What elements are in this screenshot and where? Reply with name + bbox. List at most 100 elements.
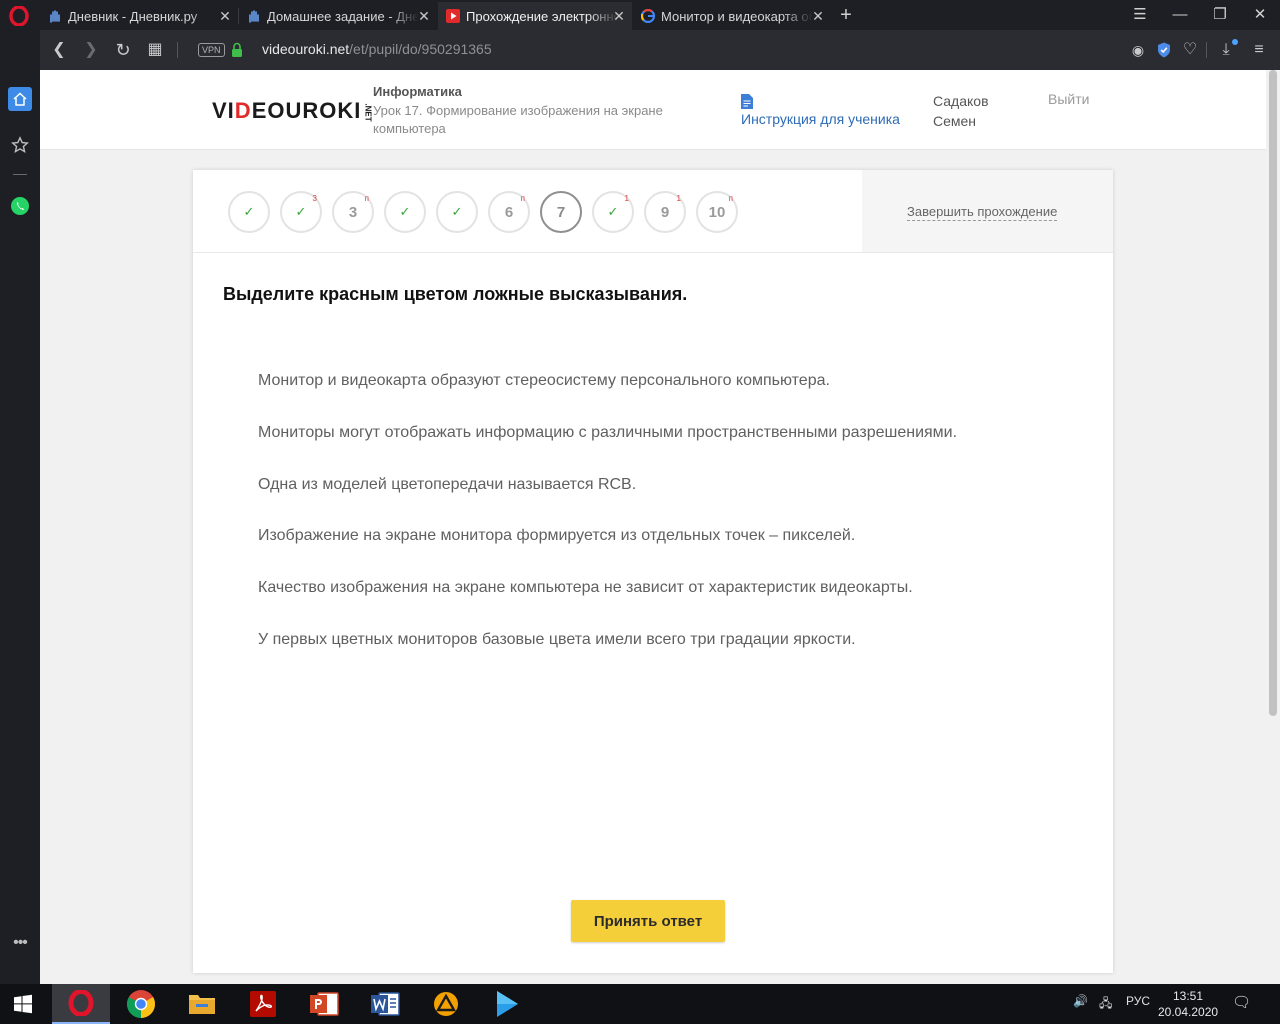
logo-text-accent: D	[234, 98, 252, 123]
clock-time: 13:51	[1172, 989, 1204, 1003]
shield-adblock-icon[interactable]	[1157, 42, 1171, 58]
step-number: 3	[348, 203, 358, 221]
heart-icon[interactable]: ♡	[1180, 40, 1200, 60]
tab-dnevnik[interactable]: Дневник - Дневник.ру ✕	[40, 2, 238, 30]
tab-title: Монитор и видеокарта образуют	[661, 8, 813, 24]
new-tab-plus-icon[interactable]: +	[836, 5, 856, 25]
keyboard-language[interactable]: РУС	[1126, 994, 1150, 1008]
step-5[interactable]: ✓	[436, 191, 478, 233]
dnevnik-hand-icon	[247, 9, 261, 23]
tab-close-icon[interactable]: ✕	[811, 9, 825, 23]
tab-close-icon[interactable]: ✕	[218, 9, 232, 23]
forward-icon[interactable]: ❯	[81, 40, 101, 60]
taskbar-aimp-icon[interactable]	[417, 984, 475, 1024]
taskbar-chrome-icon[interactable]	[112, 984, 170, 1024]
tab-grid-icon[interactable]: ▦	[145, 40, 165, 60]
user-surname: Садаков	[933, 93, 989, 109]
network-icon[interactable]: 🖧	[1099, 994, 1112, 1015]
step-9[interactable]: 91	[644, 191, 686, 233]
step-mark: п	[728, 194, 733, 203]
test-card: ✓ ✓ 3 3 п ✓ ✓ 6 п 7 ✓ 1 9 1 10 п Завершить прохождение …	[193, 170, 1113, 973]
finish-test-link[interactable]: Завершить прохождение	[907, 204, 1058, 221]
step-4[interactable]: ✓	[384, 191, 426, 233]
scrollbar-thumb[interactable]	[1269, 70, 1277, 716]
easy-setup-icon[interactable]: ☰	[1129, 5, 1151, 25]
windows-start-icon[interactable]	[0, 984, 46, 1024]
page-viewport: VIDEOUROKI .NET Информатика Урок 17. Форм…	[40, 70, 1266, 984]
step-number: 6	[504, 203, 514, 221]
statement-item[interactable]: Монитор и видеокарта образуют стереосист…	[258, 372, 830, 390]
statement-item[interactable]: Изображение на экране монитора формирует…	[258, 527, 855, 545]
tab-test-active[interactable]: Прохождение электронного теста ✕	[438, 2, 632, 30]
videouroki-play-icon	[446, 9, 460, 23]
minimize-icon[interactable]: —	[1169, 5, 1191, 25]
easy-files-menu-icon[interactable]: ≡	[1249, 40, 1269, 60]
lock-icon[interactable]	[231, 42, 243, 58]
student-instruction-link[interactable]: Инструкция для ученика	[741, 111, 900, 127]
restore-icon[interactable]: ❐	[1209, 5, 1231, 25]
dnevnik-hand-icon	[48, 9, 62, 23]
step-mark: п	[520, 194, 525, 203]
step-number: 7	[556, 203, 566, 221]
tab-homework[interactable]: Домашнее задание - Дневник.ру ✕	[239, 2, 437, 30]
tab-google-search[interactable]: Монитор и видеокарта образуют ✕	[633, 2, 831, 30]
page-scrollbar[interactable]	[1266, 70, 1280, 984]
bookmarks-star-icon[interactable]	[8, 133, 32, 157]
step-6[interactable]: 6п	[488, 191, 530, 233]
google-icon	[641, 9, 655, 23]
user-name[interactable]: Садаков Семен	[933, 91, 989, 131]
tab-title: Дневник - Дневник.ру	[68, 8, 198, 24]
step-3[interactable]: 3п	[332, 191, 374, 233]
taskbar-file-explorer-icon[interactable]	[173, 984, 231, 1024]
submit-answer-button[interactable]: Принять ответ	[571, 900, 725, 942]
step-mark: 1	[624, 194, 629, 203]
back-icon[interactable]: ❮	[49, 40, 69, 60]
tab-title: Прохождение электронного теста	[466, 8, 618, 24]
tab-close-icon[interactable]: ✕	[417, 9, 431, 23]
check-icon: ✓	[451, 204, 463, 219]
check-icon: ✓	[399, 204, 411, 219]
document-icon[interactable]	[741, 94, 753, 109]
camera-snapshot-icon[interactable]: ◉	[1128, 40, 1148, 60]
speed-dial-home-icon[interactable]	[8, 87, 32, 111]
taskbar-powerpoint-icon[interactable]	[295, 984, 353, 1024]
tab-title: Домашнее задание - Дневник.ру	[267, 8, 419, 24]
step-number: 10	[708, 203, 726, 221]
browser-sidebar: •••	[0, 30, 40, 984]
clock-date: 20.04.2020	[1158, 1005, 1219, 1019]
taskbar-word-icon[interactable]	[356, 984, 414, 1024]
download-indicator-dot	[1232, 39, 1238, 45]
url-field[interactable]: videouroki.net/et/pupil/do/950291365	[262, 41, 492, 57]
step-2[interactable]: ✓ 3	[280, 191, 322, 233]
finish-panel: Завершить прохождение	[862, 170, 1113, 252]
taskbar-clock[interactable]: 13:51 20.04.2020	[1158, 988, 1218, 1020]
reload-icon[interactable]: ↻	[113, 40, 133, 60]
subject-title: Информатика	[373, 84, 462, 99]
site-header: VIDEOUROKI .NET Информатика Урок 17. Форм…	[40, 70, 1266, 150]
sidebar-more-icon[interactable]: •••	[10, 933, 30, 953]
check-icon: ✓	[607, 204, 619, 219]
close-window-icon[interactable]: ✕	[1249, 5, 1271, 25]
step-1[interactable]: ✓	[228, 191, 270, 233]
taskbar-player-icon[interactable]	[478, 984, 536, 1024]
taskbar-acrobat-icon[interactable]	[234, 984, 292, 1024]
vpn-badge[interactable]: VPN	[198, 43, 225, 57]
step-8[interactable]: ✓ 1	[592, 191, 634, 233]
statement-item[interactable]: Качество изображения на экране компьютер…	[258, 579, 913, 597]
step-10[interactable]: 10 п	[696, 191, 738, 233]
tab-close-icon[interactable]: ✕	[612, 9, 626, 23]
notifications-icon[interactable]: 🗨	[1232, 993, 1251, 1011]
whatsapp-icon[interactable]	[8, 194, 32, 218]
taskbar-opera-icon[interactable]	[52, 984, 110, 1024]
opera-logo-icon[interactable]	[9, 6, 29, 26]
videouroki-logo[interactable]: VIDEOUROKI .NET	[212, 98, 378, 124]
statement-item[interactable]: Мониторы могут отображать информацию с р…	[258, 424, 957, 442]
check-icon: ✓	[295, 204, 307, 219]
logout-link[interactable]: Выйти	[1048, 91, 1089, 107]
volume-icon[interactable]: 🔊	[1073, 994, 1088, 1008]
step-7[interactable]: 7	[540, 191, 582, 233]
check-icon: ✓	[243, 204, 255, 219]
statement-item[interactable]: Одна из моделей цветопередачи называется…	[258, 476, 636, 494]
statement-item[interactable]: У первых цветных мониторов базовые цвета…	[258, 631, 856, 649]
logo-text-end: EOUROKI	[251, 98, 362, 123]
